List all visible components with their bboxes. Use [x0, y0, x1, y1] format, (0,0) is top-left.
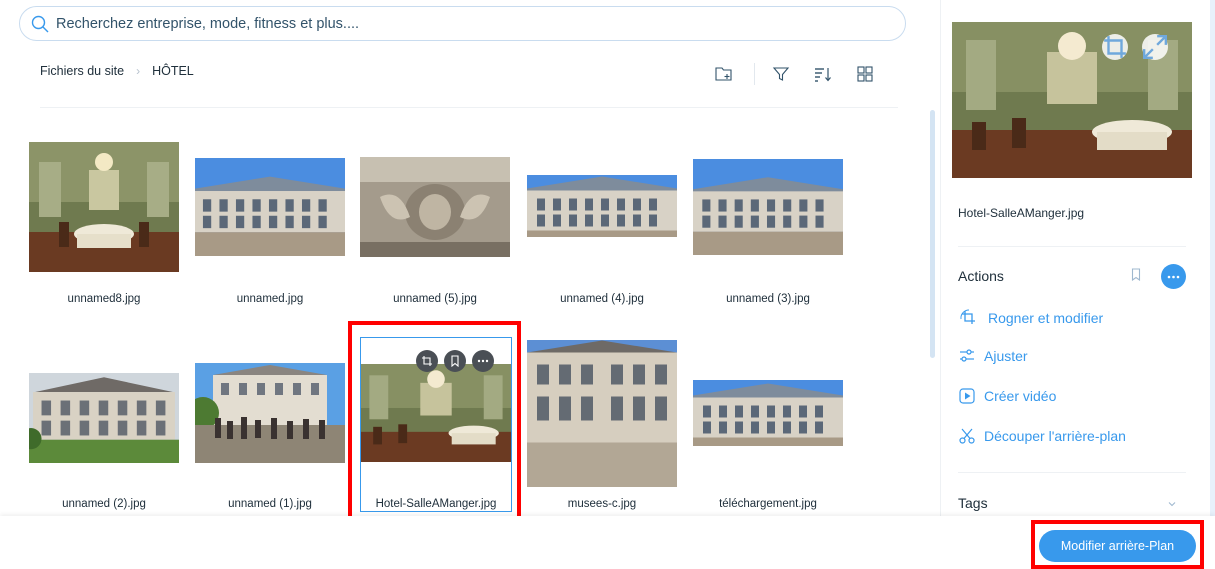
file-tile[interactable]: unnamed.jpg: [195, 142, 345, 312]
file-hover-actions: [416, 350, 494, 372]
modify-background-button[interactable]: Modifier arrière-Plan: [1039, 530, 1196, 562]
file-tile[interactable]: unnamed (1).jpg: [195, 340, 345, 515]
grid-scrollbar[interactable]: [930, 110, 935, 358]
file-name: téléchargement.jpg: [719, 498, 817, 510]
preview-file-name: Hotel-SalleAManger.jpg: [958, 206, 1085, 220]
toolbar-divider: [754, 63, 755, 85]
crop-icon: [422, 356, 432, 366]
file-name: unnamed (3).jpg: [726, 293, 810, 305]
crop-button[interactable]: [416, 350, 438, 372]
breadcrumb-current: HÔTEL: [152, 64, 194, 78]
file-tile[interactable]: unnamed (4).jpg: [527, 142, 677, 312]
file-thumbnail: [693, 159, 843, 255]
panel-scrollbar[interactable]: [1210, 0, 1215, 516]
adjust-icon: [960, 349, 974, 362]
file-tile[interactable]: musees-c.jpg: [527, 340, 677, 515]
preview-crop-button[interactable]: [1102, 34, 1128, 60]
search-bar[interactable]: [19, 6, 906, 41]
action-label: Créer vidéo: [984, 388, 1057, 404]
media-manager: Fichiers du site › HÔTEL: [0, 0, 1215, 569]
file-name: unnamed (2).jpg: [62, 498, 146, 510]
file-thumbnail: [527, 340, 677, 487]
actions-more-button[interactable]: [1161, 264, 1186, 289]
crop-icon: [1104, 36, 1126, 58]
more-icon: [1167, 275, 1180, 278]
file-name: unnamed (5).jpg: [393, 293, 477, 305]
grid-view-button[interactable]: [853, 62, 877, 86]
tags-expand-button[interactable]: [1167, 495, 1177, 513]
preview-image: [952, 22, 1192, 178]
grid-view-icon: [857, 66, 873, 82]
file-thumbnail: [195, 363, 345, 463]
chevron-down-icon: [1168, 502, 1176, 507]
action-label: Ajuster: [984, 348, 1028, 364]
crop-icon: [960, 309, 975, 324]
action-adjust[interactable]: Ajuster: [958, 347, 1028, 365]
file-name: Hotel-SalleAManger.jpg: [375, 498, 497, 510]
file-thumbnail: [195, 158, 345, 256]
file-thumbnail: [361, 364, 511, 462]
file-name: unnamed (4).jpg: [560, 293, 644, 305]
new-folder-button[interactable]: [712, 62, 736, 86]
file-thumbnail: [527, 175, 677, 237]
file-name: musees-c.jpg: [567, 498, 637, 510]
sort-icon: [815, 68, 831, 82]
tags-heading[interactable]: Tags: [958, 495, 988, 511]
breadcrumb-root[interactable]: Fichiers du site: [40, 64, 124, 78]
file-tile[interactable]: téléchargement.jpg: [693, 340, 843, 515]
header-divider: [40, 107, 898, 108]
panel-divider: [940, 0, 941, 516]
actions-bookmark-button[interactable]: [1131, 268, 1141, 286]
search-input[interactable]: [56, 15, 876, 32]
preview-expand-button[interactable]: [1142, 34, 1168, 60]
action-create-video[interactable]: Créer vidéo: [958, 387, 1056, 405]
breadcrumb: Fichiers du site › HÔTEL: [40, 64, 194, 78]
file-thumbnail: [29, 142, 179, 272]
new-folder-icon: [715, 67, 732, 81]
toolbar: [712, 62, 877, 86]
file-tile[interactable]: unnamed8.jpg: [29, 142, 179, 312]
scissors-icon: [959, 428, 975, 444]
more-icon: [477, 359, 489, 363]
filter-button[interactable]: [769, 62, 793, 86]
action-remove-background[interactable]: Découper l'arrière-plan: [958, 427, 1126, 445]
panel-divider: [958, 472, 1186, 473]
file-thumbnail: [29, 373, 179, 463]
file-tile[interactable]: unnamed (3).jpg: [693, 142, 843, 312]
action-crop-edit[interactable]: Rogner et modifier: [958, 307, 1103, 329]
file-name: unnamed.jpg: [236, 293, 304, 305]
action-label: Rogner et modifier: [988, 310, 1104, 326]
file-tile[interactable]: unnamed (5).jpg: [360, 142, 510, 312]
search-icon: [31, 15, 49, 32]
file-thumbnail: [693, 380, 843, 446]
file-name: unnamed (1).jpg: [228, 498, 312, 510]
more-options-button[interactable]: [472, 350, 494, 372]
video-icon: [959, 388, 975, 404]
expand-icon: [1142, 34, 1168, 60]
file-thumbnail: [360, 157, 510, 257]
bookmark-icon: [1131, 268, 1141, 282]
sort-button[interactable]: [811, 62, 835, 86]
footer-bar: [0, 516, 1215, 569]
actions-heading: Actions: [958, 268, 1004, 284]
bookmark-button[interactable]: [444, 350, 466, 372]
action-label: Découper l'arrière-plan: [984, 428, 1126, 444]
filter-icon: [772, 67, 790, 81]
file-name: unnamed8.jpg: [67, 293, 141, 305]
breadcrumb-separator: ›: [136, 64, 141, 78]
panel-divider: [958, 246, 1186, 247]
file-tile[interactable]: unnamed (2).jpg: [29, 340, 179, 515]
bookmark-icon: [451, 355, 459, 367]
